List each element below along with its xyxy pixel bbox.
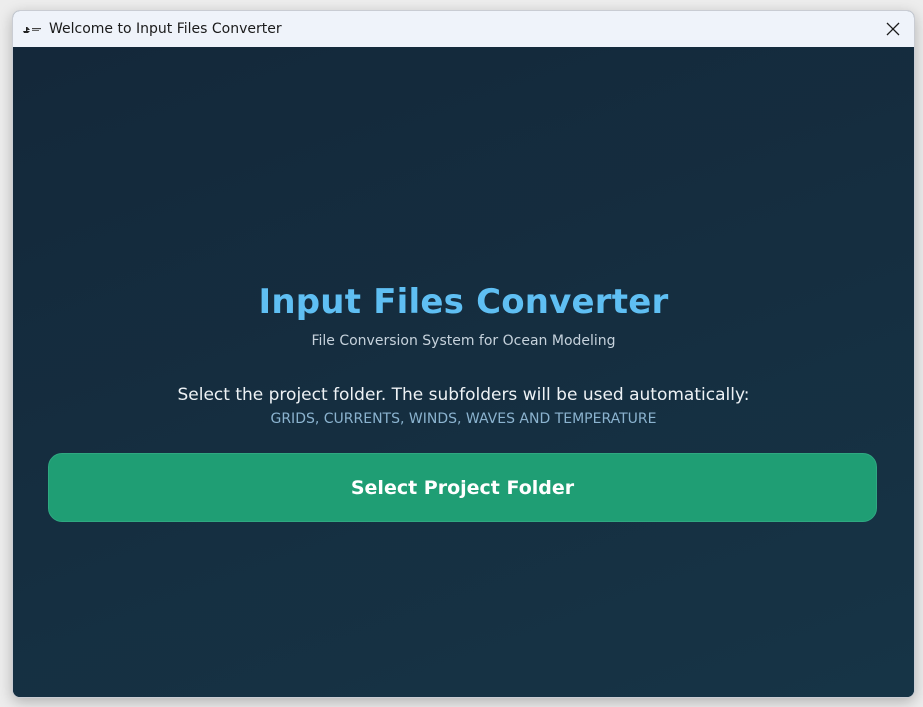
page-title: Input Files Converter bbox=[258, 282, 669, 322]
close-button[interactable] bbox=[878, 14, 908, 44]
ship-logo-icon bbox=[22, 23, 42, 35]
title-bar[interactable]: Welcome to Input Files Converter bbox=[13, 11, 914, 47]
app-window: Welcome to Input Files Converter Input F… bbox=[12, 10, 915, 698]
page-subtitle: File Conversion System for Ocean Modelin… bbox=[311, 333, 616, 349]
select-project-folder-label: Select Project Folder bbox=[350, 476, 575, 499]
subfolder-list: GRIDS, CURRENTS, WINDS, WAVES AND TEMPER… bbox=[270, 411, 657, 427]
welcome-panel: Input Files Converter File Conversion Sy… bbox=[13, 47, 914, 697]
select-project-folder-button[interactable]: Select Project Folder bbox=[48, 453, 877, 522]
close-icon bbox=[886, 22, 900, 36]
window-title: Welcome to Input Files Converter bbox=[49, 21, 282, 37]
instruction-text: Select the project folder. The subfolder… bbox=[177, 385, 750, 405]
